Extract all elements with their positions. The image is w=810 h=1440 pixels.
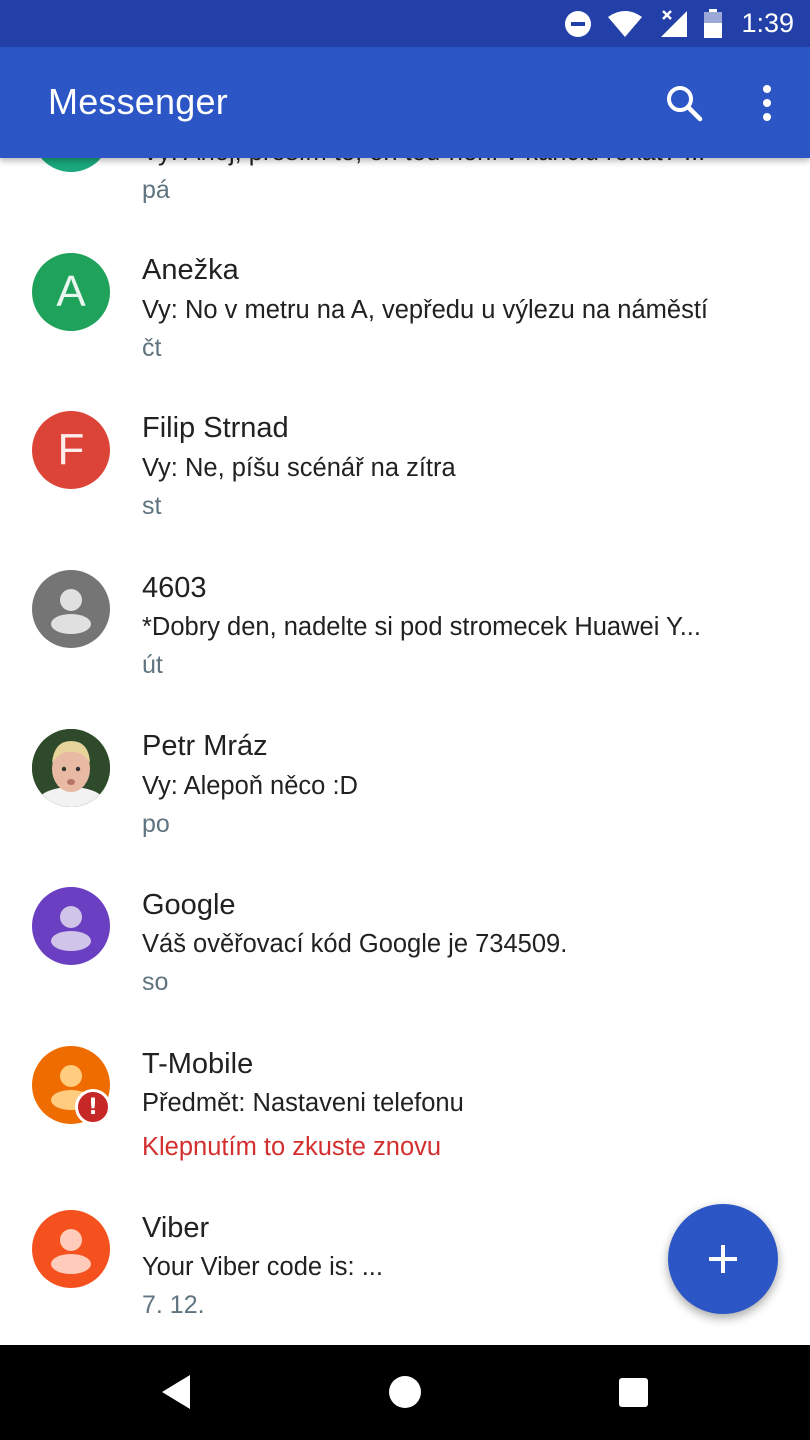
avatar-letter: A	[56, 267, 86, 316]
conversation-name: Viber	[142, 1212, 210, 1244]
conversation-item[interactable]: Google Váš ověřovací kód Google je 73450…	[0, 851, 810, 1009]
avatar-photo	[32, 729, 110, 807]
conversation-item[interactable]: F Filip Strnad Vy: Ne, píšu scénář na zí…	[0, 376, 810, 534]
app-bar: Messenger	[0, 47, 810, 158]
new-conversation-button[interactable]	[668, 1204, 778, 1314]
battery-icon	[703, 8, 723, 39]
conversation-item[interactable]: ! T-Mobile Předmět: Nastaveni telefonu K…	[0, 1010, 810, 1180]
conversation-time: út	[142, 651, 163, 679]
conversation-item[interactable]: A Anežka Vy: No v metru na A, vepředu u …	[0, 218, 810, 376]
error-badge-icon: !	[75, 1089, 111, 1125]
avatar	[32, 887, 110, 965]
avatar-letter: F	[57, 425, 85, 474]
conversation-name: Filip Strnad	[142, 412, 289, 444]
search-icon[interactable]	[664, 83, 704, 123]
app-title: Messenger	[48, 81, 228, 122]
avatar	[32, 570, 110, 648]
wifi-icon	[607, 9, 643, 39]
add-icon	[709, 1245, 737, 1273]
conversation-time: pá	[142, 176, 170, 204]
more-vert-icon[interactable]	[752, 83, 782, 123]
conversation-name: T-Mobile	[142, 1048, 254, 1080]
cell-signal-icon	[657, 9, 689, 39]
avatar: F	[32, 411, 110, 489]
back-icon[interactable]	[160, 1373, 192, 1416]
navigation-bar	[0, 1345, 810, 1440]
home-icon[interactable]	[389, 1376, 421, 1408]
conversation-time: čt	[142, 334, 162, 362]
person-icon	[51, 906, 91, 951]
status-bar: 1:39	[0, 0, 810, 47]
conversation-snippet: Vy: No v metru na A, vepředu u výlezu na…	[142, 296, 709, 324]
avatar	[32, 1210, 110, 1288]
conversation-time: st	[142, 492, 162, 520]
conversation-list: Vy: Ahoj, prosím tě, on teď není v kancl…	[0, 0, 810, 1345]
conversation-snippet: *Dobry den, nadelte si pod stromecek Hua…	[142, 613, 701, 641]
status-time: 1:39	[741, 8, 794, 38]
recents-icon[interactable]	[619, 1378, 648, 1407]
conversation-snippet: Vy: Alepoň něco :D	[142, 772, 358, 800]
conversation-item[interactable]: 4603 *Dobry den, nadelte si pod stromece…	[0, 534, 810, 692]
conversation-item[interactable]: Petr Mráz Vy: Alepoň něco :D po	[0, 693, 810, 851]
conversation-snippet: Váš ověřovací kód Google je 734509.	[142, 930, 568, 958]
do-not-disturb-icon	[563, 9, 593, 39]
person-photo-icon	[32, 729, 110, 807]
conversation-time: 7. 12.	[142, 1291, 205, 1319]
conversation-time: po	[142, 810, 170, 838]
person-icon	[51, 1229, 91, 1274]
conversation-name: Petr Mráz	[142, 730, 268, 762]
conversation-name: Google	[142, 889, 236, 921]
conversation-name: Anežka	[142, 254, 239, 286]
conversation-snippet: Vy: Ne, píšu scénář na zítra	[142, 454, 456, 482]
conversation-time: so	[142, 968, 169, 996]
conversation-snippet: Your Viber code is: ...	[142, 1253, 383, 1281]
conversation-snippet: Předmět: Nastaveni telefonu	[142, 1089, 464, 1117]
person-icon	[51, 589, 91, 634]
retry-error-text[interactable]: Klepnutím to zkuste znovu	[142, 1133, 441, 1162]
avatar: A	[32, 253, 110, 331]
conversation-name: 4603	[142, 572, 207, 604]
